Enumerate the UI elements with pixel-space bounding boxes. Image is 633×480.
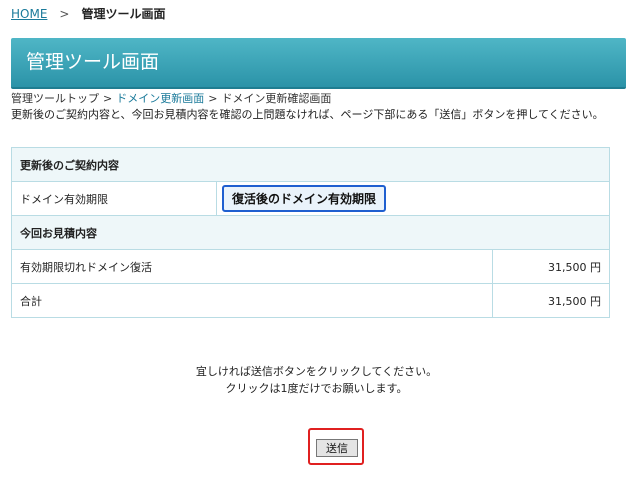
page-banner: 管理ツール画面 — [11, 38, 626, 89]
breadcrumb-separator: > — [208, 92, 218, 105]
breadcrumb: 管理ツールトップ > ドメイン更新画面 > ドメイン更新確認画面 — [11, 92, 331, 105]
estimate-row-inner: 有効期限切れドメイン復活 31,500 円 — [12, 250, 609, 283]
breadcrumb-separator: > — [59, 7, 70, 21]
submit-message-line1: 宜しければ送信ボタンをクリックしてください。 — [195, 365, 438, 378]
estimate-heading-row: 今回お見積内容 — [11, 215, 610, 250]
home-link[interactable]: HOME — [11, 7, 47, 21]
total-row-inner: 合計 31,500 円 — [12, 284, 609, 317]
submit-message: 宜しければ送信ボタンをクリックしてください。 クリックは1度だけでお願いします。 — [0, 363, 633, 397]
breadcrumb-current: ドメイン更新確認画面 — [221, 92, 332, 105]
estimate-row-cell: 有効期限切れドメイン復活 31,500 円 — [11, 249, 610, 284]
estimate-item-label: 有効期限切れドメイン復活 — [12, 250, 493, 283]
breadcrumb-tool-top[interactable]: 管理ツールトップ — [11, 92, 99, 105]
contract-heading-row: 更新後のご契約内容 — [11, 147, 610, 182]
submit-highlight: 送信 — [308, 428, 364, 465]
table-row: 有効期限切れドメイン復活 31,500 円 — [11, 249, 610, 284]
top-breadcrumb: HOME > 管理ツール画面 — [11, 7, 165, 21]
total-row-cell: 合計 31,500 円 — [11, 283, 610, 318]
total-amount: 31,500 円 — [548, 294, 601, 308]
total-label: 合計 — [12, 284, 493, 317]
breadcrumb-current: 管理ツール画面 — [81, 7, 166, 21]
breadcrumb-separator: > — [103, 92, 113, 105]
contract-row: ドメイン有効期限 復活後のドメイン有効期限 — [11, 181, 610, 216]
submit-button[interactable]: 送信 — [316, 439, 358, 457]
contract-label: ドメイン有効期限 — [11, 181, 217, 216]
contract-heading: 更新後のご契約内容 — [11, 147, 610, 182]
table-row: 合計 31,500 円 — [11, 283, 610, 318]
page-title: 管理ツール画面 — [26, 51, 160, 73]
confirmation-table: 更新後のご契約内容 ドメイン有効期限 復活後のドメイン有効期限 今回お見積内容 … — [11, 147, 610, 318]
domain-expiry-value: 復活後のドメイン有効期限 — [222, 185, 387, 212]
breadcrumb-domain-update-link[interactable]: ドメイン更新画面 — [116, 92, 204, 105]
estimate-heading: 今回お見積内容 — [11, 215, 610, 250]
contract-value-cell: 復活後のドメイン有効期限 — [216, 181, 610, 216]
instruction-text: 更新後のご契約内容と、今回お見積内容を確認の上問題なければ、ページ下部にある「送… — [11, 108, 604, 121]
submit-message-line2: クリックは1度だけでお願いします。 — [225, 382, 408, 395]
estimate-item-amount: 31,500 円 — [548, 260, 601, 274]
